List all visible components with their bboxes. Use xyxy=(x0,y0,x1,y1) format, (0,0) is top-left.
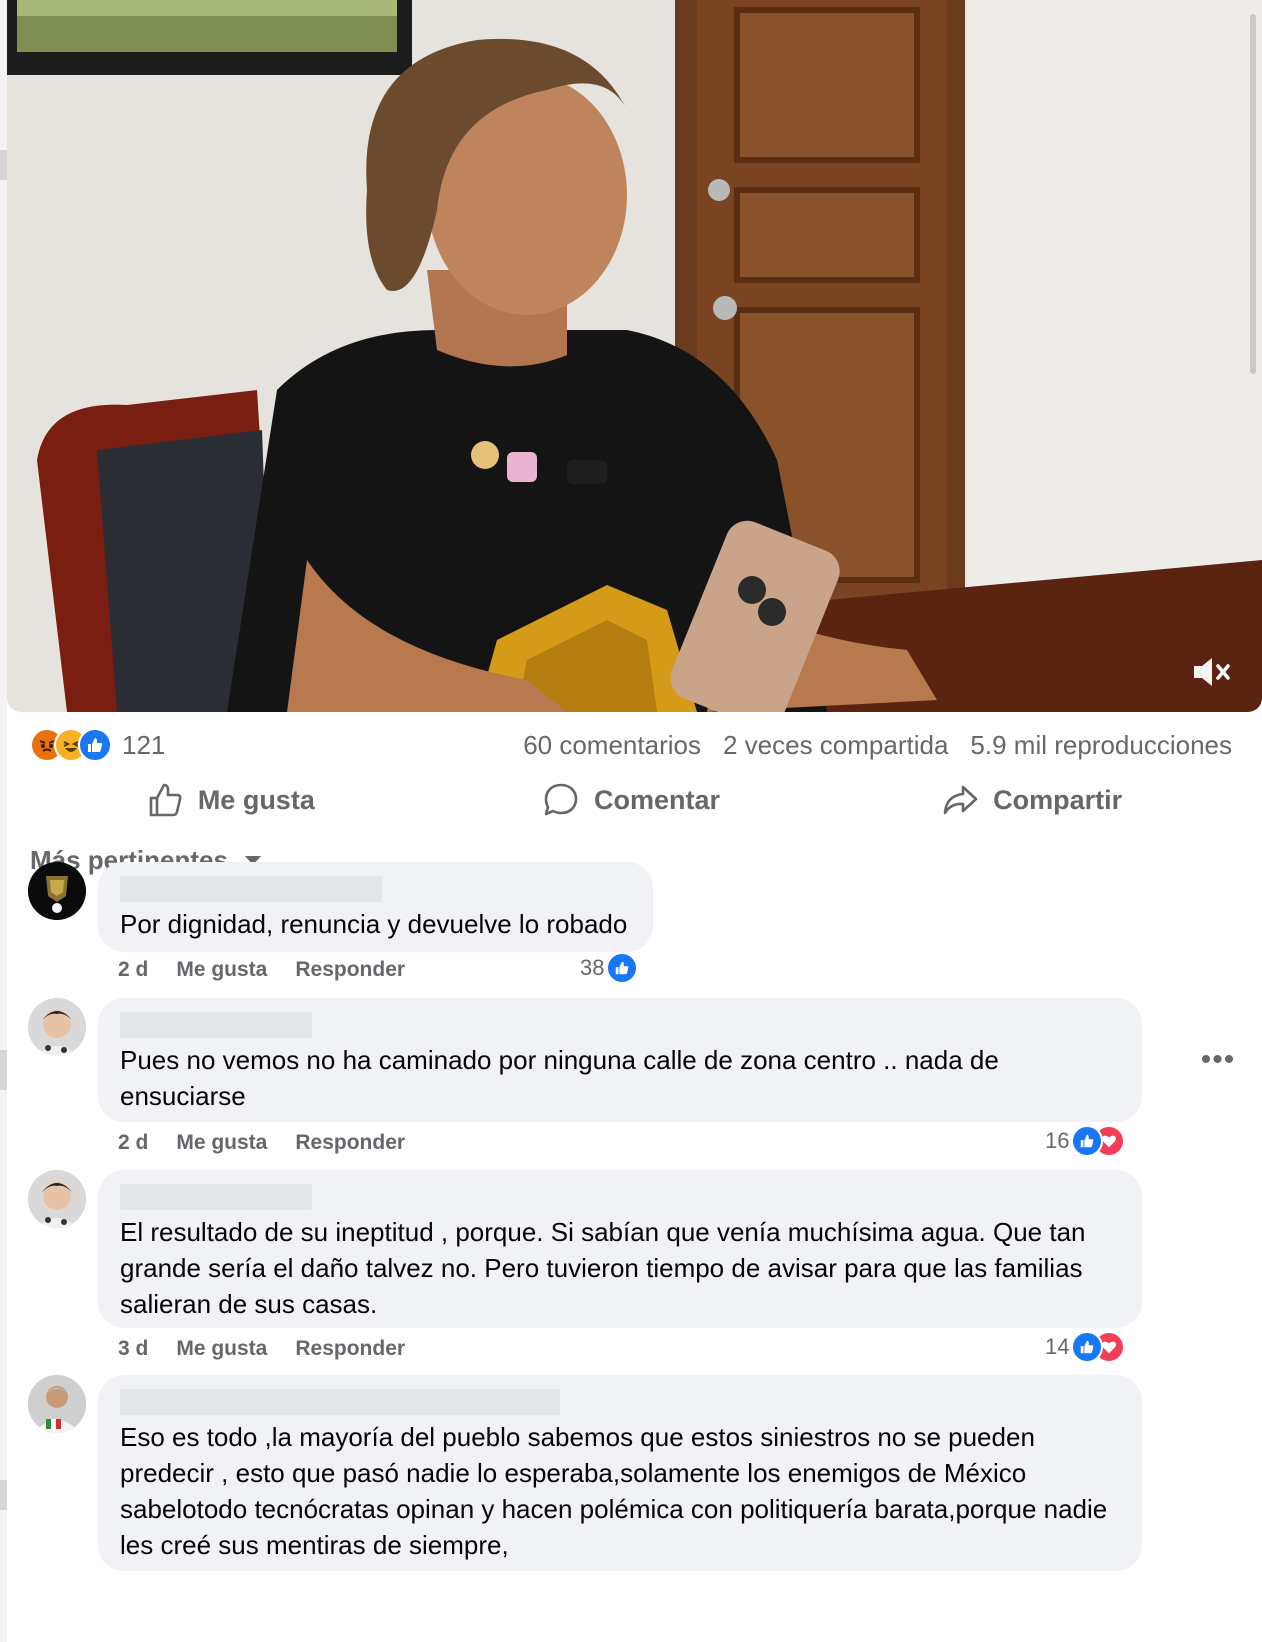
comment-reply-link[interactable]: Responder xyxy=(295,1337,405,1361)
video-scroll-indicator xyxy=(1250,14,1256,374)
post-action-bar: Me gusta Comentar Compartir xyxy=(30,772,1232,828)
video-player[interactable] xyxy=(7,0,1262,712)
comment-like-link[interactable]: Me gusta xyxy=(176,1337,267,1361)
avatar[interactable] xyxy=(28,998,86,1056)
comment-reactions[interactable]: 38 xyxy=(580,952,639,984)
comment-button-label: Comentar xyxy=(593,784,721,815)
comment-like-link[interactable]: Me gusta xyxy=(176,1131,267,1155)
like-button-label: Me gusta xyxy=(197,784,315,815)
commenter-name-redacted[interactable] xyxy=(120,876,382,902)
comment-age[interactable]: 2 d xyxy=(118,958,148,982)
like-reaction-icon xyxy=(78,728,112,762)
comment-reaction-count: 16 xyxy=(1045,1128,1070,1153)
video-frame xyxy=(7,0,1262,712)
comments-count[interactable]: 60 comentarios xyxy=(523,730,701,761)
comment-meta: 3 d Me gusta Responder xyxy=(118,1331,433,1367)
comment-reaction-count: 38 xyxy=(580,955,605,980)
like-button[interactable]: Me gusta xyxy=(30,772,431,828)
comment: El resultado de su ineptitud , porque. S… xyxy=(28,1170,1238,1370)
comment-text: El resultado de su ineptitud , porque. S… xyxy=(120,1217,1086,1319)
comment-reply-link[interactable]: Responder xyxy=(295,958,405,982)
comment-bubble: Eso es todo ,la mayoría del pueblo sabem… xyxy=(98,1375,1142,1571)
share-icon xyxy=(943,785,978,815)
comment-bubble: Pues no vemos no ha caminado por ninguna… xyxy=(98,998,1142,1122)
like-reaction-icon xyxy=(606,952,639,984)
comment-like-link[interactable]: Me gusta xyxy=(176,958,267,982)
avatar[interactable] xyxy=(28,1170,86,1228)
comment-meta: 2 d Me gusta Responder xyxy=(118,952,433,988)
comment: Pues no vemos no ha caminado por ninguna… xyxy=(28,998,1238,1163)
shares-count[interactable]: 2 veces compartida xyxy=(723,730,948,761)
commenter-name-redacted[interactable] xyxy=(120,1012,312,1038)
comment: Por dignidad, renuncia y devuelve lo rob… xyxy=(28,862,1238,992)
comment-meta: 2 d Me gusta Responder xyxy=(118,1125,433,1161)
left-edge xyxy=(0,0,7,1642)
comment-text: Eso es todo ,la mayoría del pueblo sabem… xyxy=(120,1422,1108,1560)
comment-reply-link[interactable]: Responder xyxy=(295,1131,405,1155)
commenter-name-redacted[interactable] xyxy=(120,1184,312,1210)
thumbs-up-icon xyxy=(149,783,182,817)
comment: Eso es todo ,la mayoría del pueblo sabem… xyxy=(28,1375,1238,1642)
comment-age[interactable]: 2 d xyxy=(118,1131,148,1155)
comment-age[interactable]: 3 d xyxy=(118,1337,148,1361)
comment-reactions[interactable]: 14 xyxy=(1045,1331,1126,1363)
mute-icon[interactable] xyxy=(1190,652,1234,692)
share-button-label: Compartir xyxy=(993,784,1123,815)
comment-icon xyxy=(544,783,578,816)
more-options-icon[interactable]: ••• xyxy=(1198,1040,1238,1080)
comment-bubble: El resultado de su ineptitud , porque. S… xyxy=(98,1170,1142,1328)
comment-bubble: Por dignidad, renuncia y devuelve lo rob… xyxy=(98,862,653,952)
reaction-summary[interactable]: 121 xyxy=(30,728,165,762)
comment-reaction-count: 14 xyxy=(1045,1334,1070,1359)
comment-button[interactable]: Comentar xyxy=(431,772,832,828)
comment-reactions[interactable]: 16 xyxy=(1045,1125,1126,1157)
avatar[interactable] xyxy=(28,1375,86,1433)
commenter-name-redacted[interactable] xyxy=(120,1389,560,1415)
post-stats: 121 60 comentarios 2 veces compartida 5.… xyxy=(30,722,1232,768)
reaction-count: 121 xyxy=(122,729,166,760)
comment-text: Por dignidad, renuncia y devuelve lo rob… xyxy=(120,909,628,939)
views-count: 5.9 mil reproducciones xyxy=(970,729,1232,760)
comment-text: Pues no vemos no ha caminado por ninguna… xyxy=(120,1045,999,1111)
avatar[interactable] xyxy=(28,862,86,920)
share-button[interactable]: Compartir xyxy=(831,772,1232,828)
